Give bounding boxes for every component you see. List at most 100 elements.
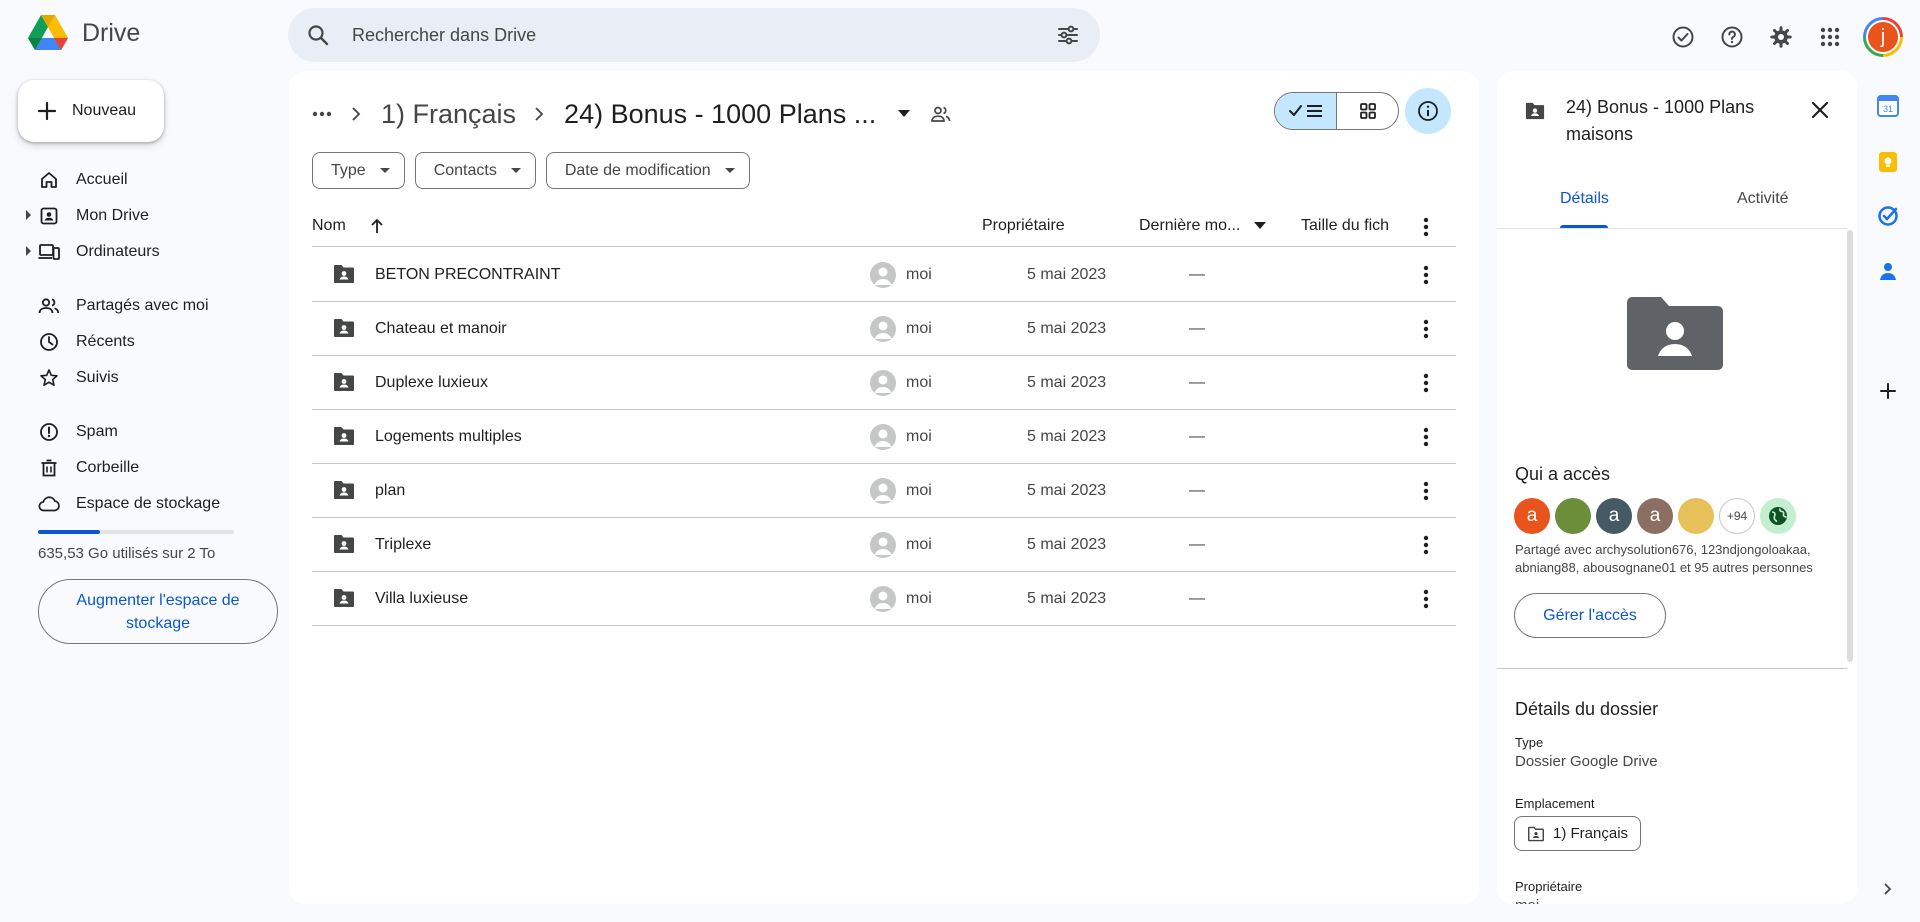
breadcrumb-parent[interactable]: 1) Français — [377, 99, 520, 130]
sidebar-item-home[interactable]: Accueil — [0, 162, 280, 198]
list-view-button[interactable] — [1275, 93, 1337, 129]
table-row[interactable]: Chateau et manoir moi 5 mai 2023 — — [312, 302, 1456, 356]
add-addon-icon[interactable] — [1872, 375, 1904, 407]
more-actions-icon[interactable] — [1412, 477, 1440, 505]
sidebar-item-my-drive[interactable]: Mon Drive — [0, 198, 280, 234]
settings-icon[interactable] — [1763, 19, 1799, 55]
filter-label: Date de modification — [564, 161, 711, 179]
more-actions-icon[interactable] — [1412, 585, 1440, 613]
sidebar-item-computers[interactable]: Ordinateurs — [0, 234, 280, 270]
user-avatar[interactable]: a — [1596, 498, 1632, 534]
type-value: Dossier Google Drive — [1515, 753, 1658, 770]
sidebar-item-starred[interactable]: Suivis — [0, 360, 280, 396]
column-label: Nom — [312, 217, 346, 234]
more-actions-icon[interactable] — [1412, 531, 1440, 559]
sidebar-item-storage[interactable]: Espace de stockage — [0, 486, 280, 522]
sidebar-item-recent[interactable]: Récents — [0, 324, 280, 360]
breadcrumb-current[interactable]: 24) Bonus - 1000 Plans ... — [560, 99, 880, 130]
table-row[interactable]: BETON PRECONTRAINT moi 5 mai 2023 — — [312, 248, 1456, 302]
table-row[interactable]: plan moi 5 mai 2023 — — [312, 464, 1456, 518]
shared-folder-icon — [332, 587, 356, 609]
shared-folder-icon — [332, 479, 356, 501]
filter-type[interactable]: Type — [312, 152, 405, 189]
account-avatar[interactable]: j — [1863, 17, 1903, 57]
file-name: Villa luxieuse — [375, 590, 469, 607]
user-avatar[interactable]: a — [1637, 498, 1673, 534]
shared-folder-icon — [332, 533, 356, 555]
type-label: Type — [1515, 735, 1544, 750]
filter-chips: Type Contacts Date de modification — [312, 152, 760, 189]
file-size: — — [1189, 536, 1205, 553]
file-owner: moi — [906, 590, 932, 607]
storage-usage-bar — [38, 530, 234, 534]
filter-contacts[interactable]: Contacts — [414, 152, 536, 189]
more-actions-icon[interactable] — [1412, 315, 1440, 343]
keep-icon[interactable] — [1872, 146, 1904, 178]
expand-caret-icon[interactable] — [26, 246, 31, 256]
user-avatar[interactable] — [1678, 498, 1714, 534]
more-actions-icon[interactable] — [1412, 261, 1440, 289]
user-avatar[interactable] — [1555, 498, 1591, 534]
offline-ready-icon[interactable] — [1665, 19, 1701, 55]
sidebar-item-label: Mon Drive — [76, 207, 149, 224]
column-header-modified[interactable]: Dernière mo... — [1139, 217, 1267, 235]
filter-modified[interactable]: Date de modification — [545, 152, 750, 189]
file-size: — — [1189, 428, 1205, 445]
calendar-icon[interactable]: 31 — [1872, 90, 1904, 122]
more-users-badge[interactable]: +94 — [1719, 498, 1755, 534]
search-input[interactable] — [352, 8, 1012, 62]
expand-caret-icon[interactable] — [26, 210, 31, 220]
column-header-size[interactable]: Taille du fich — [1301, 217, 1389, 235]
manage-access-button[interactable]: Gérer l'accès — [1514, 593, 1666, 638]
tasks-icon[interactable] — [1872, 200, 1904, 232]
grid-view-button[interactable] — [1337, 93, 1398, 129]
shared-folder-icon[interactable] — [930, 105, 952, 123]
column-dropdown-icon[interactable] — [1254, 222, 1267, 230]
view-toggle — [1274, 92, 1399, 130]
sidebar-item-label: Récents — [76, 333, 135, 350]
more-path-icon[interactable] — [307, 99, 337, 129]
apps-grid-icon[interactable] — [1812, 19, 1848, 55]
table-row[interactable]: Logements multiples moi 5 mai 2023 — — [312, 410, 1456, 464]
drive-logo[interactable]: Drive — [28, 15, 140, 51]
access-avatars[interactable]: a a a +94 — [1514, 498, 1801, 534]
close-icon[interactable] — [1805, 95, 1835, 125]
sidebar-item-shared[interactable]: Partagés avec moi — [0, 288, 280, 324]
column-options-icon[interactable] — [1412, 215, 1440, 239]
sidebar-item-label: Suivis — [76, 369, 119, 386]
get-more-storage-button[interactable]: Augmenter l'espace de stockage — [38, 579, 278, 644]
my-drive-icon — [38, 205, 60, 227]
more-actions-icon[interactable] — [1412, 423, 1440, 451]
file-owner: moi — [906, 482, 932, 499]
user-avatar[interactable]: a — [1514, 498, 1550, 534]
details-info-button[interactable] — [1405, 88, 1451, 134]
shared-folder-icon — [1524, 101, 1546, 121]
contacts-icon[interactable] — [1872, 255, 1904, 287]
new-button[interactable]: Nouveau — [18, 80, 164, 142]
file-size: — — [1189, 374, 1205, 391]
globe-icon[interactable] — [1760, 498, 1796, 534]
search-bar[interactable] — [288, 8, 1100, 62]
sidebar-item-spam[interactable]: Spam — [0, 414, 280, 450]
search-options-icon[interactable] — [1056, 23, 1080, 47]
tab-activity[interactable]: Activité — [1737, 190, 1789, 208]
location-chip[interactable]: 1) Français — [1514, 816, 1642, 851]
help-icon[interactable] — [1714, 19, 1750, 55]
table-row[interactable]: Triplexe moi 5 mai 2023 — — [312, 518, 1456, 572]
search-icon[interactable] — [306, 23, 330, 47]
details-scrollbar[interactable] — [1847, 230, 1853, 662]
sidebar-item-trash[interactable]: Corbeille — [0, 450, 280, 486]
more-actions-icon[interactable] — [1412, 369, 1440, 397]
column-header-name[interactable]: Nom — [312, 217, 384, 235]
file-modified: 5 mai 2023 — [1027, 428, 1107, 445]
filter-label: Contacts — [433, 161, 497, 179]
table-row[interactable]: Duplexe luxieux moi 5 mai 2023 — — [312, 356, 1456, 410]
file-modified: 5 mai 2023 — [1027, 320, 1107, 337]
chevron-right-icon[interactable] — [1872, 873, 1904, 905]
sort-ascending-icon[interactable] — [370, 218, 384, 234]
new-button-label: Nouveau — [72, 102, 137, 119]
tab-details[interactable]: Détails — [1560, 190, 1609, 208]
folder-menu-dropdown-icon[interactable] — [898, 110, 911, 118]
column-header-owner[interactable]: Propriétaire — [982, 217, 1065, 235]
table-row[interactable]: Villa luxieuse moi 5 mai 2023 — — [312, 572, 1456, 626]
